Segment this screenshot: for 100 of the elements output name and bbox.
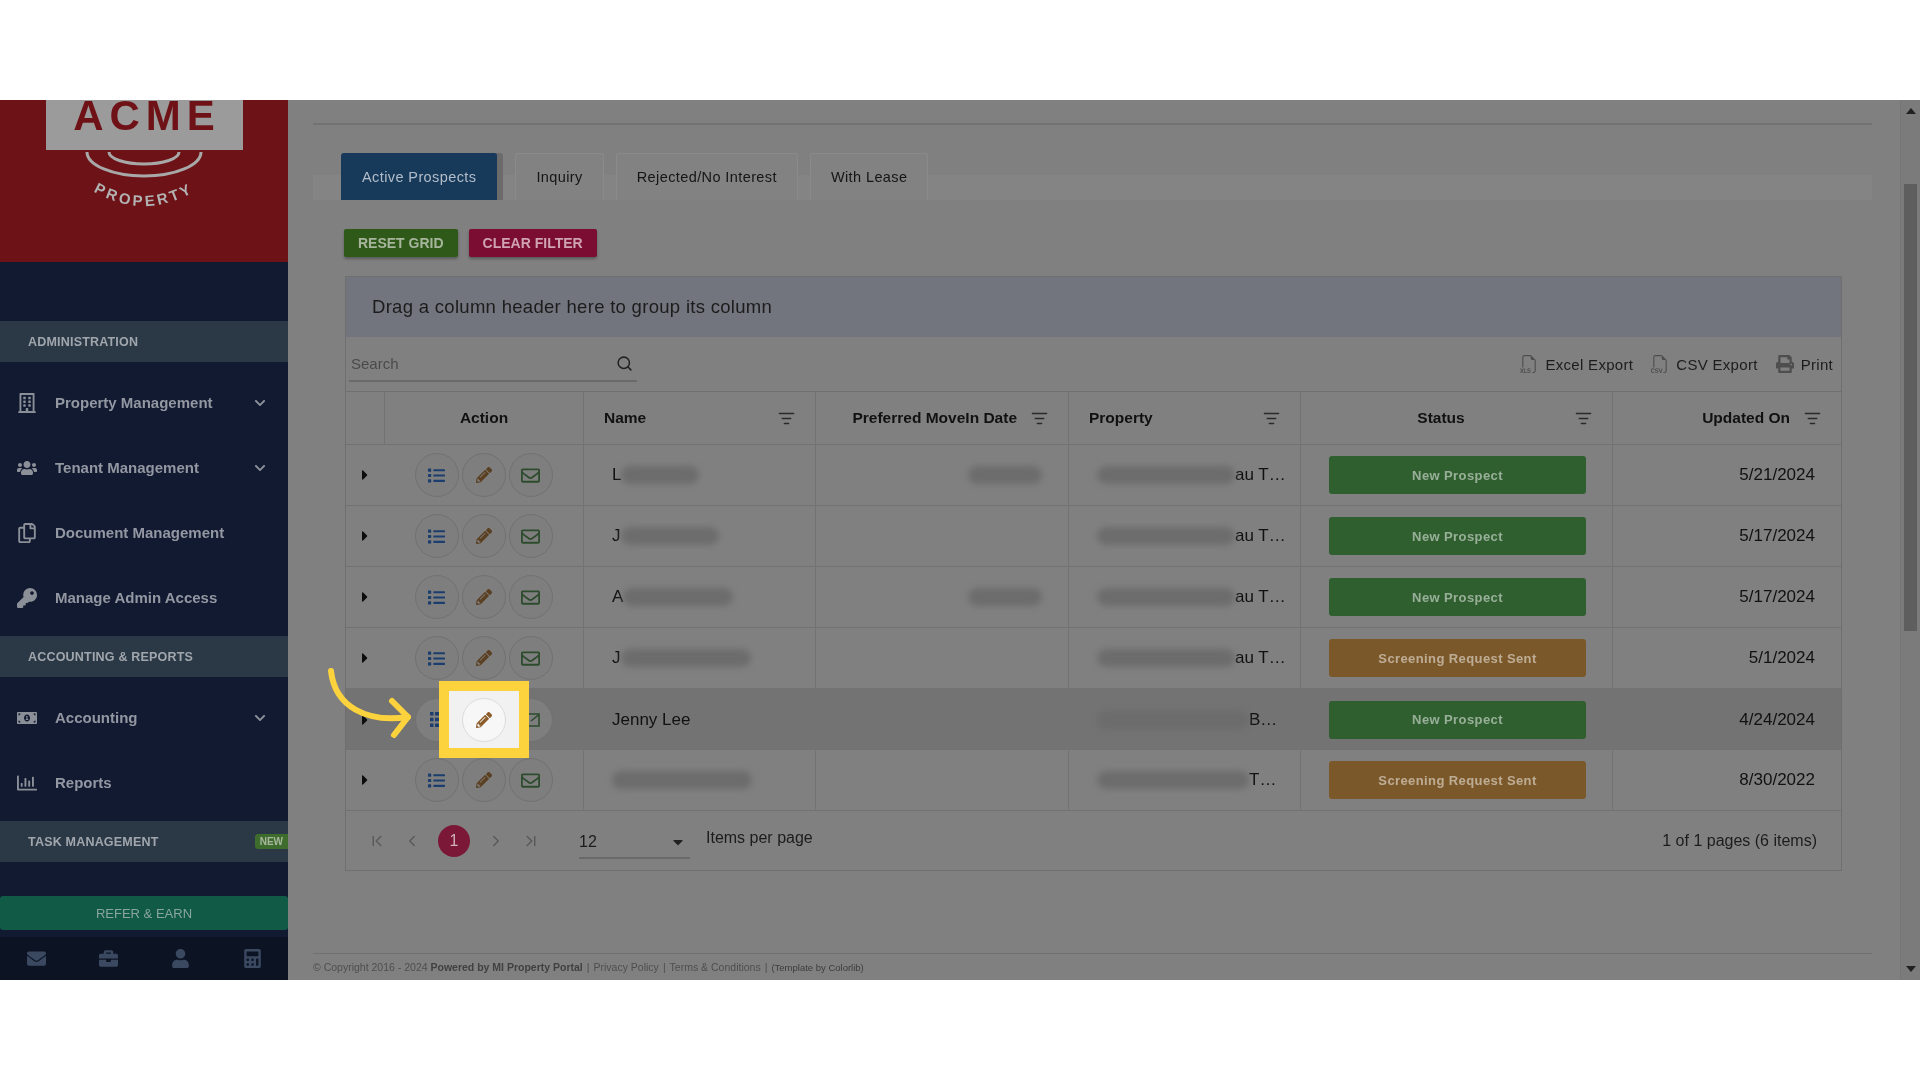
name-text: J xyxy=(612,526,621,546)
clear-filter-button[interactable]: CLEAR FILTER xyxy=(468,229,597,257)
scroll-down-icon[interactable] xyxy=(1905,966,1916,972)
pencil-icon xyxy=(475,589,492,605)
logo-tagline: PROPERTY xyxy=(91,179,197,210)
email-button[interactable] xyxy=(508,575,553,619)
email-button[interactable] xyxy=(508,453,553,497)
tab[interactable]: Rejected/No Interest xyxy=(615,153,798,200)
footer-separator: | xyxy=(764,961,768,973)
scrollbar[interactable] xyxy=(1900,100,1920,980)
status-badge: Screening Request Sent xyxy=(1329,639,1586,677)
property-text: au T… xyxy=(1235,587,1286,607)
property-text: au T… xyxy=(1235,465,1286,485)
search-icon[interactable] xyxy=(616,354,633,372)
mail-icon xyxy=(521,465,540,485)
name-text: L xyxy=(612,465,622,485)
list-icon xyxy=(428,527,445,545)
mail-icon xyxy=(521,587,540,607)
footer-separator: | xyxy=(586,961,590,973)
edit-button[interactable] xyxy=(461,636,506,680)
scrollbar-thumb[interactable] xyxy=(1904,184,1917,631)
building-icon xyxy=(17,392,37,413)
status-badge: Screening Request Sent xyxy=(1329,761,1586,799)
pencil-icon xyxy=(475,711,492,728)
list-icon xyxy=(428,649,445,667)
details-button[interactable] xyxy=(414,758,459,802)
property-text: B… xyxy=(1249,709,1278,730)
csv-file-icon xyxy=(1651,355,1670,373)
reset-grid-button[interactable]: RESET GRID xyxy=(344,229,458,257)
name-text: J xyxy=(612,648,621,668)
tab[interactable]: With Lease xyxy=(809,153,929,200)
briefcase-icon[interactable] xyxy=(98,949,118,968)
email-button[interactable] xyxy=(508,636,553,680)
date-text: 8/30/2022 xyxy=(1739,770,1815,790)
excel-export-button[interactable]: Excel Export xyxy=(1520,355,1634,373)
property-text: T… xyxy=(1249,770,1277,790)
details-button[interactable] xyxy=(414,514,459,558)
date-text: 5/17/2024 xyxy=(1739,587,1815,607)
printer-icon xyxy=(1775,355,1794,373)
list-icon xyxy=(428,771,445,789)
mail-icon xyxy=(521,526,540,546)
status-badge: New Prospect xyxy=(1329,578,1586,616)
property-text: au T… xyxy=(1235,648,1286,668)
nav-item[interactable]: Manage Admin Access xyxy=(0,565,288,630)
nav-item[interactable]: Document Management xyxy=(0,500,288,565)
name-text: Jenny Lee xyxy=(612,709,691,730)
nav-item[interactable]: Reports xyxy=(0,750,288,815)
list-icon xyxy=(428,466,445,484)
scroll-up-icon[interactable] xyxy=(1905,108,1916,114)
column-title[interactable]: Status xyxy=(1321,409,1561,427)
details-button[interactable] xyxy=(414,575,459,619)
column-title[interactable]: Preferred MoveIn Date xyxy=(852,409,1017,427)
csv-export-button[interactable]: CSV Export xyxy=(1651,355,1758,373)
property-text: au T… xyxy=(1235,526,1286,546)
edit-button[interactable] xyxy=(461,575,506,619)
column-title[interactable]: Name xyxy=(604,409,647,427)
pencil-icon xyxy=(475,528,492,544)
tab[interactable]: Inquiry xyxy=(515,153,604,200)
calculator-icon[interactable] xyxy=(242,949,262,968)
section-title: TASK MANAGEMENT xyxy=(28,834,159,849)
logo-wordmark: ACME xyxy=(45,100,243,150)
mail-icon[interactable] xyxy=(26,949,46,968)
email-button[interactable] xyxy=(508,514,553,558)
template-credit: (Template by Colorlib) xyxy=(771,961,864,973)
status-badge: New Prospect xyxy=(1329,456,1586,494)
details-button[interactable] xyxy=(414,453,459,497)
date-text: 5/1/2024 xyxy=(1748,648,1815,668)
group-panel: Drag a column header here to group its column xyxy=(346,277,1841,337)
items-per-page-label: Items per page xyxy=(706,828,813,847)
column-title[interactable]: Updated On xyxy=(1702,409,1790,427)
print-button[interactable]: Print xyxy=(1775,355,1833,373)
mail-icon xyxy=(521,648,540,668)
edit-button[interactable] xyxy=(461,514,506,558)
footer-separator: | xyxy=(662,961,666,973)
page-size-select[interactable]: 12 xyxy=(579,822,690,859)
pencil-icon xyxy=(475,650,492,666)
mail-icon xyxy=(528,712,540,727)
pager-info: 1 of 1 pages (6 items) xyxy=(1662,831,1817,850)
date-text: 4/24/2024 xyxy=(1739,709,1815,730)
list-icon xyxy=(429,712,439,727)
nav-item[interactable]: Accounting xyxy=(0,685,288,750)
nav-item[interactable]: Property Management xyxy=(0,370,288,435)
section-title: ADMINISTRATION xyxy=(28,334,139,349)
refer-button[interactable]: REFER & EARN xyxy=(0,896,288,930)
edit-button[interactable] xyxy=(461,453,506,497)
page-number-button[interactable]: 1 xyxy=(438,824,470,857)
email-button[interactable] xyxy=(508,758,553,802)
details-button[interactable] xyxy=(414,636,459,680)
edit-button[interactable] xyxy=(461,758,506,802)
spreadsheet-file-icon xyxy=(1520,355,1539,373)
column-title[interactable]: Action xyxy=(459,409,509,427)
list-icon xyxy=(428,588,445,606)
pencil-icon xyxy=(475,467,492,483)
key-icon xyxy=(17,587,37,608)
user-icon[interactable] xyxy=(170,949,190,968)
status-badge: New Prospect xyxy=(1329,700,1586,739)
mail-icon xyxy=(521,770,540,790)
status-badge: New Prospect xyxy=(1329,517,1586,555)
column-title[interactable]: Property xyxy=(1089,409,1153,427)
nav-item[interactable]: Tenant Management xyxy=(0,435,288,500)
